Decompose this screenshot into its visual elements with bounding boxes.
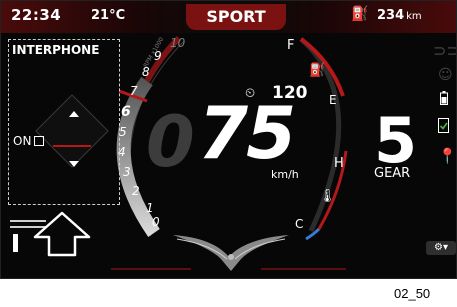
tach-tick-1: 1 <box>146 201 154 215</box>
fuel-full-label: F <box>287 38 295 53</box>
up-arrow-icon[interactable] <box>31 211 93 259</box>
tach-tick-7: 7 <box>130 84 138 98</box>
interphone-status[interactable]: ON <box>13 134 45 148</box>
phone-check-icon <box>438 118 450 138</box>
speed-unit: km/h <box>271 168 299 181</box>
selection-indicator <box>53 145 91 147</box>
speed-leading-digit: 0 <box>146 101 195 183</box>
checkbox-icon <box>34 136 45 146</box>
arrow-down-button[interactable] <box>69 161 79 167</box>
tach-tick-5: 5 <box>119 125 127 139</box>
gear-label: GEAR <box>374 166 411 181</box>
temp-cold-label: C <box>295 217 304 231</box>
tach-tick-2: 2 <box>132 184 140 198</box>
temp-hot-label: H <box>334 156 344 171</box>
fuel-empty-label: E <box>329 93 337 107</box>
arrow-up-button[interactable] <box>69 111 79 117</box>
tach-tick-6: 6 <box>121 104 131 120</box>
tach-tick-10: 10 <box>170 36 186 50</box>
tach-tick-3: 3 <box>123 165 131 179</box>
dashboard-screen: 22:34 21°C SPORT ⛽ 234 km 0 1 2 3 4 5 6 … <box>0 0 457 279</box>
interphone-title: INTERPHONE <box>12 43 100 57</box>
helmet-icon: ☺ <box>438 67 453 83</box>
figure-reference-code: 02_50 <box>394 286 431 301</box>
tach-tick-0: 0 <box>152 215 160 229</box>
interphone-status-text: ON <box>13 134 32 148</box>
fuel-pump-icon: ⛽ <box>309 63 326 78</box>
location-icon: 📍 <box>438 147 457 165</box>
brand-eagle-logo <box>173 235 289 271</box>
speed-value: 75 <box>198 91 296 175</box>
tyre-pressure-icon: ⊃⊃ <box>433 41 456 60</box>
left-indicator <box>13 234 18 252</box>
battery-icon <box>440 91 448 109</box>
coolant-icon: 🌡 <box>319 189 336 204</box>
settings-icon[interactable]: ⚙▾ <box>426 241 456 255</box>
